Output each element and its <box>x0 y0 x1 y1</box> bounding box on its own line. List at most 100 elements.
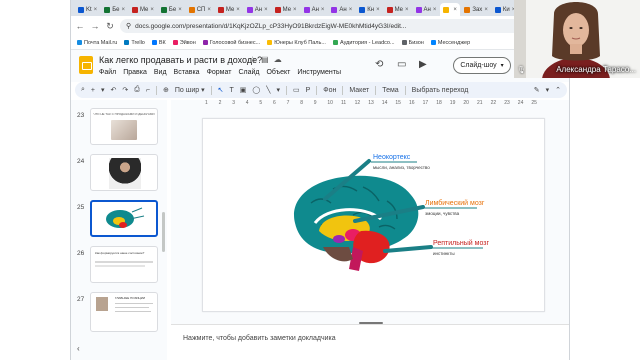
browser-tab[interactable]: Бе × <box>101 3 128 16</box>
close-icon[interactable]: × <box>94 7 98 13</box>
close-icon[interactable]: × <box>321 7 325 13</box>
bookmark-item[interactable]: Голосовой бизнес... <box>202 40 260 46</box>
site-info-icon[interactable]: ⚲ <box>126 22 131 30</box>
reload-icon[interactable]: ↻ <box>105 21 115 32</box>
close-icon[interactable]: × <box>433 7 437 13</box>
browser-tab[interactable]: Ме × <box>272 3 300 16</box>
slide-thumbnail-24[interactable] <box>90 154 158 191</box>
add-slide-icon[interactable]: + <box>91 87 95 94</box>
collapse-filmstrip-icon[interactable]: ‹ <box>77 344 80 353</box>
bookmark-item[interactable]: Почта Mail.ru <box>77 40 117 46</box>
close-icon[interactable]: × <box>405 7 409 13</box>
menu-item[interactable]: Правка <box>123 69 147 76</box>
filmstrip-scrollbar[interactable] <box>162 212 165 252</box>
toolbar-divider <box>404 85 406 95</box>
thumb-26-bar <box>95 265 145 267</box>
background-button[interactable]: Фон <box>323 87 336 94</box>
pen-icon[interactable]: ✎ <box>534 86 540 94</box>
chevron-down-icon[interactable]: ▾ <box>276 86 280 94</box>
close-icon[interactable]: × <box>349 7 353 13</box>
undo-icon[interactable]: ↶ <box>111 86 117 94</box>
close-icon[interactable]: × <box>236 7 240 13</box>
slide-number: 26 <box>77 250 85 257</box>
transition-button[interactable]: Выбрать переход <box>412 87 469 94</box>
close-icon[interactable]: × <box>376 7 380 13</box>
chevron-down-icon[interactable]: ▾ <box>501 62 504 69</box>
meet-icon[interactable]: ▶ <box>419 59 427 70</box>
slideshow-button[interactable]: Слайд-шоу ▾ <box>453 57 511 74</box>
slide-thumbnail-25[interactable] <box>90 200 158 237</box>
search-menus-icon[interactable]: ⌕ <box>81 86 85 94</box>
bookmark-item[interactable]: Trello <box>124 40 145 46</box>
close-icon[interactable]: × <box>453 7 457 13</box>
close-icon[interactable]: × <box>178 7 182 13</box>
print-icon[interactable]: ⎙ <box>134 86 140 94</box>
notes-resize-handle[interactable] <box>359 322 383 324</box>
chevron-down-icon[interactable]: ▾ <box>101 86 105 94</box>
back-icon[interactable]: ← <box>75 21 85 31</box>
slide-canvas[interactable]: Неокортекс мысли, анализ, творчество Лим… <box>202 118 545 312</box>
document-title[interactable]: Как легко продавать и расти в доходе? <box>99 55 262 65</box>
zoom-select[interactable]: По шир ▾ <box>175 86 205 95</box>
bookmark-item[interactable]: ВК <box>151 40 166 46</box>
line-icon[interactable]: ╲ <box>266 86 270 94</box>
layout-button[interactable]: Макет <box>349 87 369 94</box>
close-icon[interactable]: × <box>150 7 154 13</box>
history-icon[interactable]: ⟲ <box>375 59 383 70</box>
redo-icon[interactable]: ↷ <box>122 86 128 94</box>
browser-tab[interactable]: Ан × <box>301 3 328 16</box>
browser-tab[interactable]: Ан × <box>328 3 355 16</box>
browser-tab[interactable]: СП × <box>186 3 214 16</box>
toolbar-divider <box>342 85 344 95</box>
textbox-icon[interactable]: T <box>230 87 234 94</box>
browser-tab[interactable]: Ме × <box>384 3 412 16</box>
browser-tab[interactable]: Ан × <box>413 3 440 16</box>
browser-tab[interactable]: × <box>440 3 461 16</box>
image-icon[interactable]: ▣ <box>240 86 247 94</box>
browser-tab[interactable]: Kt × <box>75 3 100 16</box>
bookmark-item[interactable]: Бизон <box>401 40 424 46</box>
comment-icon[interactable]: ▭ <box>397 59 406 70</box>
theme-button[interactable]: Тема <box>382 87 398 94</box>
menu-item[interactable]: Файл <box>99 69 116 76</box>
collapse-icon[interactable]: ⌃ <box>555 86 561 94</box>
select-cursor-icon[interactable]: ↖ <box>218 86 224 94</box>
bookmark-item[interactable]: Аудитория - Leadco... <box>332 40 395 46</box>
menu-item[interactable]: Формат <box>207 69 232 76</box>
cloud-icon[interactable]: ☁ <box>274 55 282 64</box>
menu-item[interactable]: Вставка <box>174 69 200 76</box>
forward-icon[interactable]: → <box>90 21 100 31</box>
browser-tab[interactable]: Ан × <box>244 3 271 16</box>
close-icon[interactable]: × <box>264 7 268 13</box>
menu-item[interactable]: Объект <box>266 69 290 76</box>
close-icon[interactable]: × <box>484 7 488 13</box>
close-icon[interactable]: × <box>121 7 125 13</box>
comment-add-icon[interactable]: ▭ <box>293 86 300 94</box>
bookmark-item[interactable]: Юнеры Клуб Паль... <box>267 40 326 46</box>
folder-icon[interactable]: ▤ <box>261 55 269 64</box>
menu-item[interactable]: Слайд <box>238 69 259 76</box>
paint-format-icon[interactable]: ⌐ <box>146 87 150 94</box>
speaker-notes[interactable]: Нажмите, чтобы добавить заметки докладчи… <box>171 322 569 360</box>
bookmark-item[interactable]: Мессенджер <box>430 40 470 46</box>
menu-item[interactable]: Вид <box>154 69 167 76</box>
align-icon[interactable]: P <box>306 87 311 94</box>
browser-tab[interactable]: Бе × <box>158 3 185 16</box>
shape-icon[interactable]: ◯ <box>252 86 260 94</box>
slide-thumbnail-23[interactable]: ЧТО НЕ ТАК С ПРОДАЖАМИ И ДЕНЬГАМИ <box>90 108 158 145</box>
menu-item[interactable]: Инструменты <box>297 69 341 76</box>
zoom-icon[interactable]: ⊕ <box>163 86 169 94</box>
browser-tab[interactable]: Ме × <box>129 3 157 16</box>
star-icon[interactable]: ☆ <box>249 55 256 64</box>
url-bar[interactable]: ⚲ docs.google.com/presentation/d/1KqKjzO… <box>120 19 531 33</box>
close-icon[interactable]: × <box>207 7 211 13</box>
browser-tab[interactable]: Кн × <box>356 3 382 16</box>
chevron-down-icon[interactable]: ▾ <box>546 86 550 94</box>
close-icon[interactable]: × <box>293 7 297 13</box>
slide-thumbnail-27[interactable]: ГЛАВНЫЕ ПОЗИЦИИ <box>90 292 158 332</box>
bookmark-item[interactable]: Эйвон <box>172 40 196 46</box>
browser-tab[interactable]: Ме × <box>215 3 243 16</box>
browser-tab[interactable]: Зах × <box>461 3 490 16</box>
slide-thumbnail-26[interactable]: Как формируется наше состояние? <box>90 246 158 283</box>
slides-logo-icon[interactable] <box>79 56 93 74</box>
